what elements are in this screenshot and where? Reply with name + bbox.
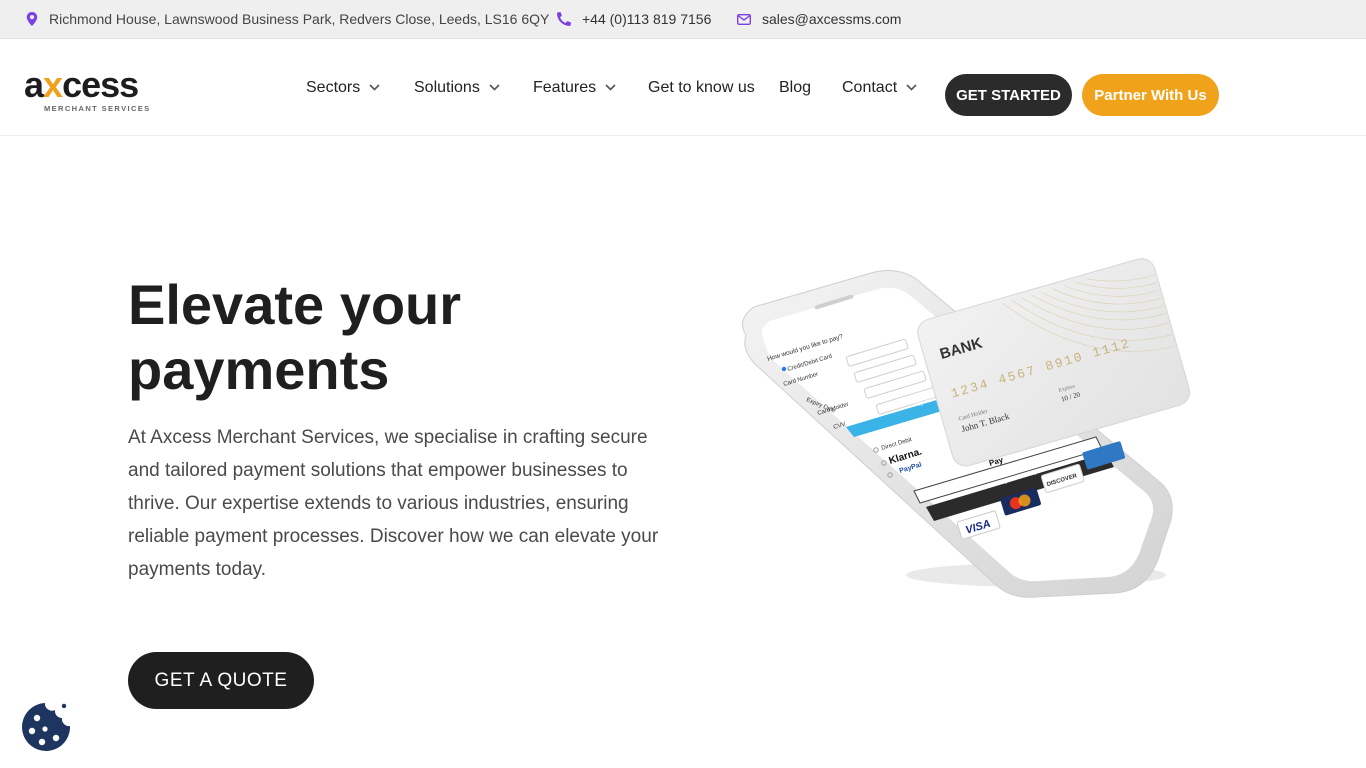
get-started-button[interactable]: GET STARTED [945, 74, 1072, 116]
map-pin-icon [26, 12, 38, 26]
nav-get-to-know-us[interactable]: Get to know us [648, 39, 755, 136]
logo-wordmark: axcess [24, 64, 139, 105]
cookie-settings-icon[interactable] [18, 700, 74, 756]
top-contact-bar: Richmond House, Lawnswood Business Park,… [0, 0, 1366, 39]
email-text: sales@axcessms.com [762, 11, 902, 27]
nav-label: Contact [842, 78, 898, 96]
partner-with-us-button[interactable]: Partner With Us [1082, 74, 1219, 116]
nav-label: Get to know us [648, 78, 755, 96]
hero-title-line2: payments [128, 338, 390, 401]
envelope-icon [737, 13, 751, 25]
nav-solutions[interactable]: Solutions [414, 39, 500, 136]
nav-sectors[interactable]: Sectors [306, 39, 380, 136]
nav-label: Solutions [414, 78, 480, 96]
nav-label: Features [533, 78, 597, 96]
get-a-quote-button[interactable]: GET A QUOTE [128, 652, 314, 709]
nav-contact[interactable]: Contact [842, 39, 917, 136]
phone-text: +44 (0)113 819 7156 [582, 11, 712, 27]
nav-features[interactable]: Features [533, 39, 616, 136]
axcess-logo[interactable]: axcess MERCHANT SERVICES [24, 65, 174, 115]
chevron-down-icon [906, 84, 917, 91]
email-link[interactable]: sales@axcessms.com [737, 0, 901, 38]
phone-icon [557, 12, 571, 26]
hero-title-line1: Elevate your [128, 273, 462, 336]
chevron-down-icon [489, 84, 500, 91]
nav-label: Blog [779, 78, 812, 96]
chevron-down-icon [605, 84, 616, 91]
nav-blog[interactable]: Blog [779, 39, 811, 136]
logo-tagline: MERCHANT SERVICES [44, 104, 151, 113]
nav-label: Sectors [306, 78, 361, 96]
chevron-down-icon [369, 84, 380, 91]
address-text: Richmond House, Lawnswood Business Park,… [49, 11, 550, 27]
hero-title: Elevate your payments [128, 272, 648, 402]
phone-link[interactable]: +44 (0)113 819 7156 [557, 0, 711, 38]
address-item: Richmond House, Lawnswood Business Park,… [26, 0, 549, 38]
site-header: axcess MERCHANT SERVICES Sectors Solutio… [0, 39, 1366, 136]
phone-and-card-illustration: How would you like to pay? Credit/Debit … [741, 258, 1191, 598]
hero-description: At Axcess Merchant Services, we speciali… [128, 427, 659, 580]
